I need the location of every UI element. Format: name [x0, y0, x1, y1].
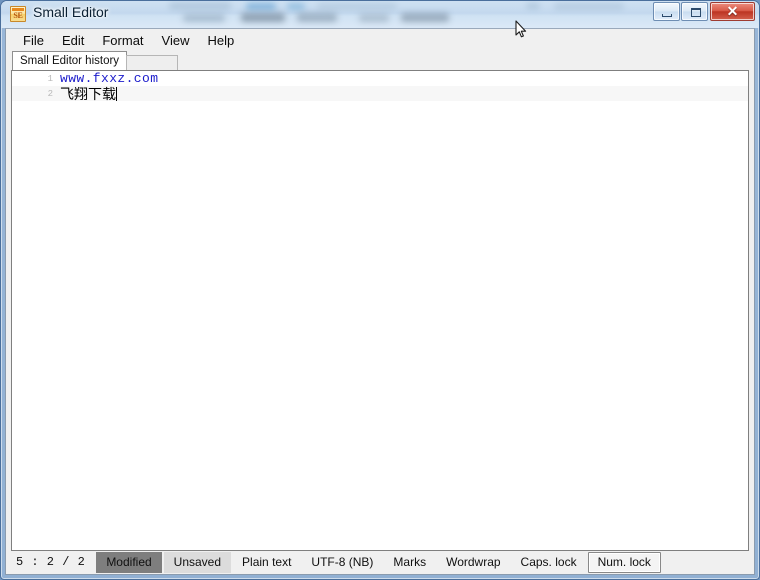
menu-item-format[interactable]: Format: [93, 31, 152, 50]
tab-strip: Small Editor history: [10, 51, 750, 70]
menu-item-edit[interactable]: Edit: [53, 31, 93, 50]
text-caret: [116, 86, 117, 101]
status-saved-state[interactable]: Unsaved: [163, 552, 232, 573]
tab-small-editor-history[interactable]: Small Editor history: [12, 51, 128, 70]
maximize-button[interactable]: [681, 2, 708, 21]
titlebar[interactable]: SE Small Editor ✕: [0, 0, 760, 28]
status-language[interactable]: Plain text: [233, 553, 300, 572]
client-area: File Edit Format View Help Small Editor …: [5, 28, 755, 575]
tab-strip-filler: [126, 55, 178, 70]
line-content: 飞翔下载: [60, 86, 116, 103]
close-icon: ✕: [726, 3, 739, 19]
menubar: File Edit Format View Help: [6, 29, 754, 51]
menu-item-help[interactable]: Help: [198, 31, 243, 50]
window-title: Small Editor: [33, 4, 109, 20]
menu-item-view[interactable]: View: [153, 31, 199, 50]
small-editor-window: SE Small Editor ✕ File Edit Format View …: [0, 0, 760, 580]
minimize-icon: [662, 14, 672, 17]
status-cursor-position: 5 : 2 / 2: [16, 555, 86, 569]
line-number: 1: [47, 73, 53, 84]
status-modified[interactable]: Modified: [96, 552, 162, 573]
status-marks[interactable]: Marks: [384, 553, 435, 572]
maximize-icon: [691, 8, 701, 17]
status-bar: 5 : 2 / 2 Modified Unsaved Plain text UT…: [6, 551, 754, 574]
editor-line[interactable]: 2 飞翔下载: [12, 86, 748, 103]
status-caps-lock[interactable]: Caps. lock: [512, 553, 586, 572]
small-editor-icon[interactable]: SE: [10, 6, 26, 22]
status-encoding[interactable]: UTF-8 (NB): [302, 553, 382, 572]
minimize-button[interactable]: [653, 2, 680, 21]
status-wordwrap[interactable]: Wordwrap: [437, 553, 509, 572]
menu-item-file[interactable]: File: [14, 31, 53, 50]
line-number: 2: [47, 88, 53, 99]
close-button[interactable]: ✕: [710, 2, 755, 21]
window-controls: ✕: [653, 2, 755, 21]
status-num-lock[interactable]: Num. lock: [587, 552, 661, 573]
icon-label: SE: [13, 11, 23, 20]
editor-line[interactable]: 1 www.fxxz.com: [12, 71, 748, 86]
text-editor-area[interactable]: 1 www.fxxz.com 2 飞翔下载: [11, 70, 749, 551]
